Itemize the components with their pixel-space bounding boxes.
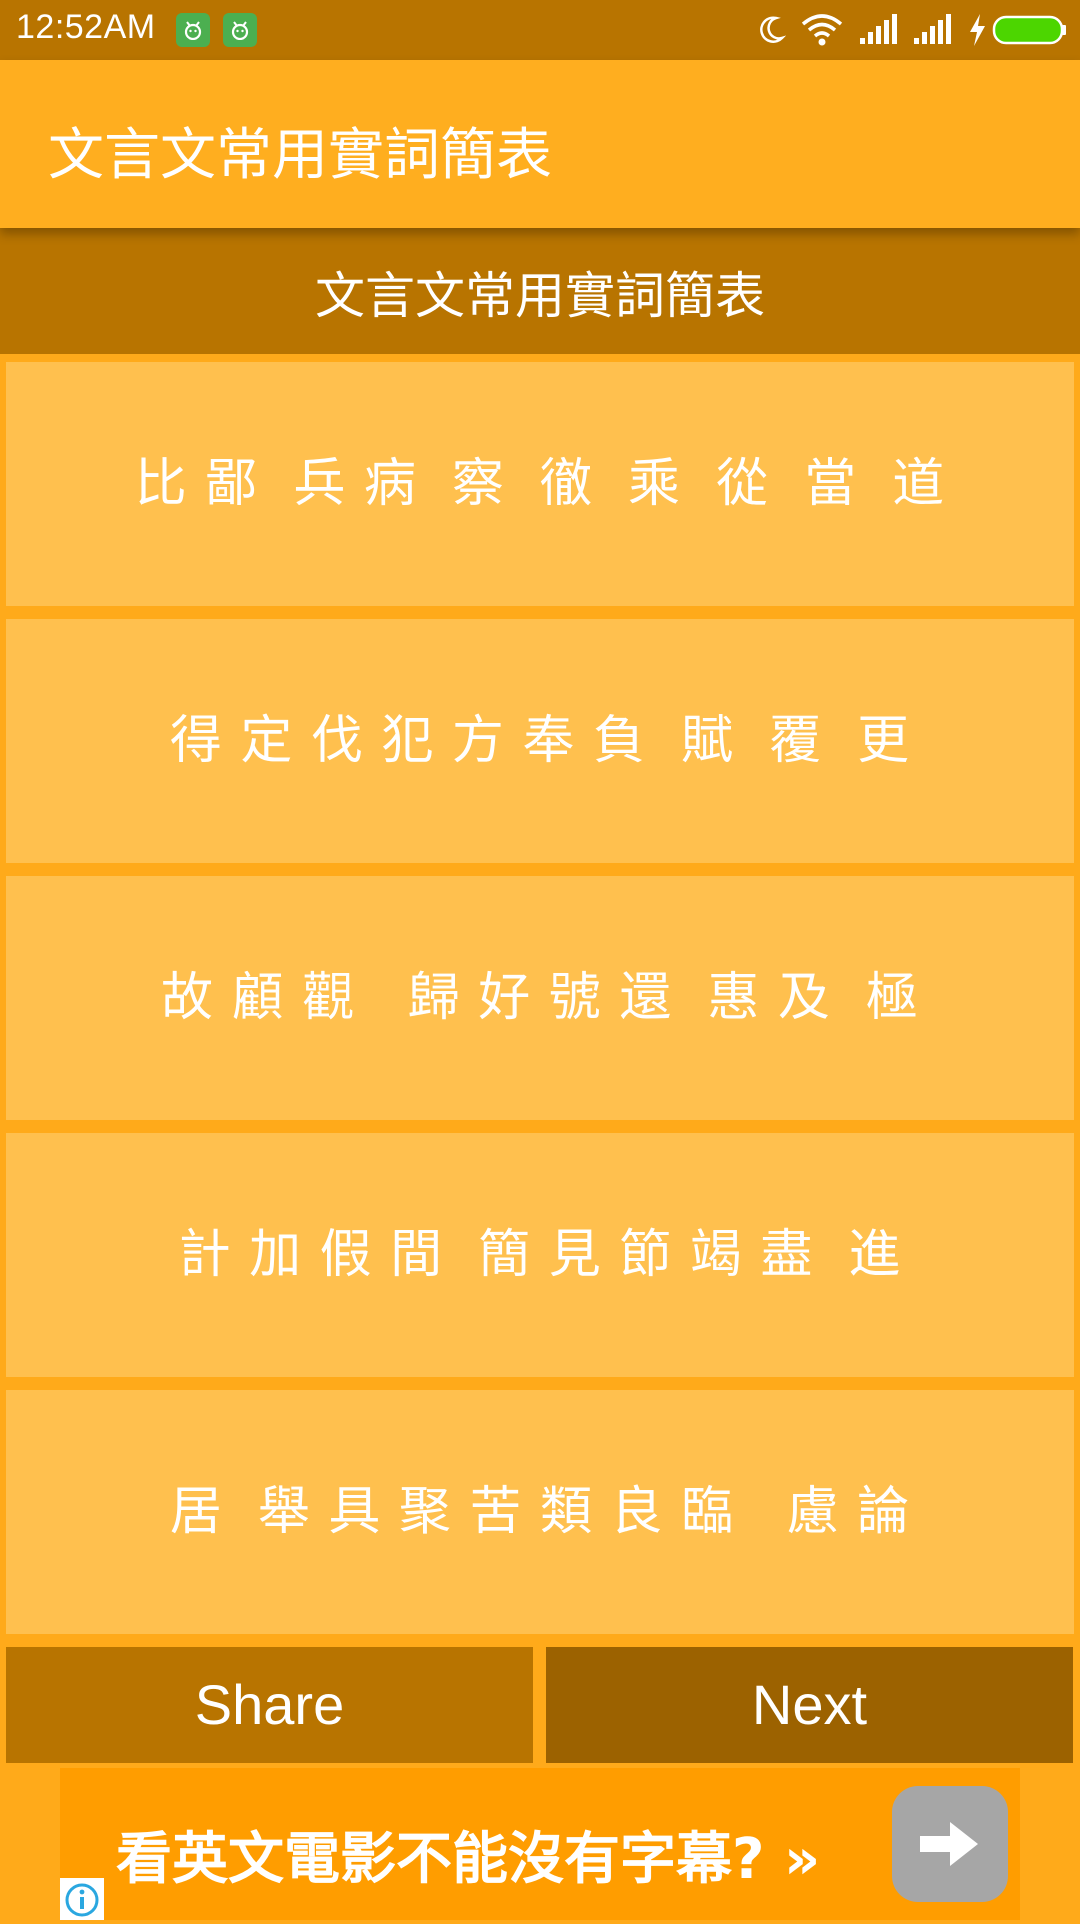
- next-button[interactable]: Next: [546, 1647, 1073, 1763]
- charging-bolt-icon: [970, 14, 985, 46]
- arrow-right-icon[interactable]: [892, 1786, 1008, 1902]
- wifi-icon: [801, 14, 843, 46]
- status-bar: 12:52AM: [0, 0, 1080, 60]
- android-notification-icon: [223, 13, 257, 47]
- word-row-2[interactable]: 得 定 伐 犯 方 奉 負 賦 覆 更: [6, 619, 1074, 863]
- android-notification-icon: [176, 13, 210, 47]
- status-time: 12:52AM: [16, 8, 156, 46]
- word-row-3[interactable]: 故 顧 觀 歸 好 號 還 惠 及 極: [6, 876, 1074, 1120]
- word-list: 比 鄙 兵 病 察 徹 乘 從 當 道 得 定 伐 犯 方 奉 負 賦 覆 更 …: [6, 362, 1074, 1647]
- app-bar-title: 文言文常用實詞簡表: [48, 123, 552, 188]
- app-bar: 文言文常用實詞簡表: [0, 60, 1080, 228]
- sub-header: 文言文常用實詞簡表: [0, 228, 1080, 354]
- battery-icon: [992, 15, 1066, 45]
- word-row-1[interactable]: 比 鄙 兵 病 察 徹 乘 從 當 道: [6, 362, 1074, 606]
- signal-icon: [914, 14, 951, 44]
- word-row-5[interactable]: 居 舉 具 聚 苦 類 良 臨 慮 論: [6, 1390, 1074, 1634]
- info-icon[interactable]: [60, 1878, 104, 1920]
- share-button[interactable]: Share: [6, 1647, 533, 1763]
- moon-icon: [760, 16, 786, 43]
- word-row-4[interactable]: 計 加 假 間 簡 見 節 竭 盡 進: [6, 1133, 1074, 1377]
- signal-icon: [860, 14, 897, 44]
- ad-banner[interactable]: 看英文電影不能沒有字幕? »: [60, 1768, 1020, 1920]
- ad-text[interactable]: 看英文電影不能沒有字幕? »: [116, 1814, 820, 1895]
